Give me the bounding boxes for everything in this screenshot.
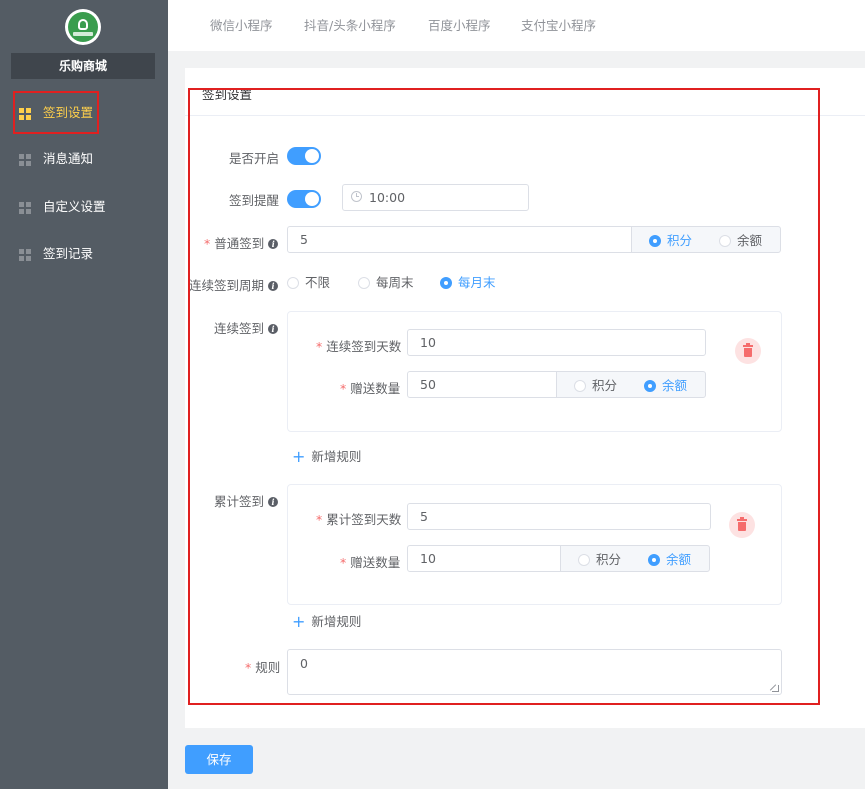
add-cumulative-rule-button[interactable]: + 新增规则	[292, 611, 361, 631]
active-item-highlight	[13, 91, 99, 134]
card-header: 签到设置	[185, 68, 865, 116]
reminder-time-input[interactable]: 10:00	[342, 184, 529, 211]
sidebar-item-checkin-records[interactable]: 签到记录	[0, 231, 168, 277]
sidebar-item-label: 消息通知	[43, 151, 94, 166]
continuous-days-label: * 连续签到天数	[316, 339, 402, 354]
cumulative-days-label: * 累计签到天数	[316, 512, 402, 527]
period-label: 连续签到周期 i	[189, 275, 279, 294]
reminder-label: 签到提醒	[229, 193, 280, 208]
save-button[interactable]: 保存	[185, 745, 253, 774]
tab-alipay[interactable]: 支付宝小程序	[521, 0, 596, 51]
plus-icon: +	[292, 447, 306, 466]
cumulative-days-input[interactable]: 5	[407, 503, 711, 530]
sidebar-item-custom-settings[interactable]: 自定义设置	[0, 184, 168, 230]
delete-continuous-rule-button[interactable]	[735, 338, 761, 364]
shop-name: 乐购商城	[11, 53, 155, 79]
cumulative-label: 累计签到 i	[214, 491, 279, 510]
card-title: 签到设置	[202, 87, 253, 102]
rules-textarea[interactable]: 0	[287, 649, 782, 695]
delete-cumulative-rule-button[interactable]	[729, 512, 755, 538]
info-icon: i	[268, 324, 279, 334]
sidebar: 乐购商城 签到设置 消息通知 自定义设置 签到记录	[0, 0, 168, 789]
tab-baidu[interactable]: 百度小程序	[428, 0, 491, 51]
normal-checkin-type: 积分 余额	[631, 226, 781, 253]
trash-icon	[743, 343, 753, 347]
logo-area: 乐购商城	[0, 0, 168, 86]
normal-checkin-label: * 普通签到 i	[204, 233, 279, 252]
continuous-gift-label: * 赠送数量	[340, 381, 401, 396]
shop-logo	[65, 9, 101, 45]
trash-icon	[737, 517, 747, 521]
continuous-gift-type: 积分 余额	[556, 371, 706, 398]
resize-handle[interactable]	[772, 685, 779, 692]
sidebar-item-notifications[interactable]: 消息通知	[0, 136, 168, 182]
cumulative-gift-type: 积分 余额	[560, 545, 710, 572]
info-icon: i	[268, 281, 279, 291]
continuous-gift-input[interactable]: 50	[407, 371, 557, 398]
rules-label: * 规则	[245, 660, 281, 675]
tab-douyin[interactable]: 抖音/头条小程序	[304, 0, 396, 51]
enable-label: 是否开启	[229, 151, 280, 166]
plus-icon: +	[292, 612, 306, 631]
grid-icon	[19, 202, 31, 214]
sidebar-item-label: 自定义设置	[43, 199, 106, 214]
cumulative-gift-label: * 赠送数量	[340, 555, 401, 570]
grid-icon	[19, 154, 31, 166]
info-icon: i	[268, 239, 279, 249]
info-icon: i	[268, 497, 279, 507]
cumulative-gift-input[interactable]: 10	[407, 545, 562, 572]
enable-switch[interactable]	[287, 147, 321, 165]
continuous-label: 连续签到 i	[214, 318, 279, 337]
add-continuous-rule-button[interactable]: + 新增规则	[292, 446, 361, 466]
grid-icon	[19, 249, 31, 261]
continuous-days-input[interactable]: 10	[407, 329, 706, 356]
normal-checkin-input[interactable]: 5	[287, 226, 632, 253]
clock-icon	[351, 191, 362, 202]
platform-tabs: 微信小程序 抖音/头条小程序 百度小程序 支付宝小程序	[168, 0, 865, 51]
tab-wechat[interactable]: 微信小程序	[210, 0, 273, 51]
sidebar-item-label: 签到记录	[43, 246, 94, 261]
rules-text: 0	[300, 656, 308, 671]
reminder-switch[interactable]	[287, 190, 321, 208]
